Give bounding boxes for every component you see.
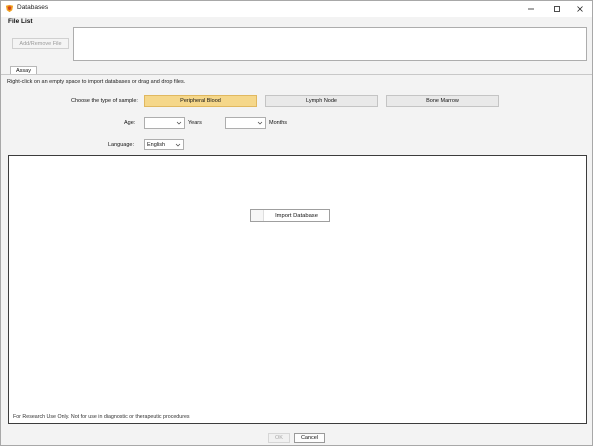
title-bar: Databases	[1, 1, 592, 17]
file-list-label: File List	[8, 18, 33, 25]
minimize-button[interactable]	[518, 1, 544, 17]
age-months-select[interactable]	[225, 117, 266, 129]
file-list-box[interactable]	[73, 27, 587, 61]
import-database-button[interactable]: Import Database	[250, 209, 330, 222]
add-remove-file-button[interactable]: Add/Remove File	[12, 38, 69, 49]
app-logo-icon	[5, 4, 14, 13]
close-button[interactable]	[567, 1, 593, 17]
close-icon	[577, 6, 583, 12]
chevron-down-icon	[175, 143, 181, 147]
minimize-icon	[528, 8, 534, 10]
maximize-icon	[554, 6, 560, 12]
sample-type-label: Choose the type of sample:	[71, 98, 138, 104]
tab-divider	[1, 74, 592, 75]
import-database-label: Import Database	[275, 212, 318, 219]
research-use-note: For Research Use Only. Not for use in di…	[13, 414, 190, 420]
age-label: Age:	[124, 120, 136, 126]
years-unit-label: Years	[188, 120, 202, 126]
databases-window: Databases File List Add/Remove File Assa…	[0, 0, 593, 446]
chevron-down-icon	[257, 121, 263, 125]
language-value: English	[147, 142, 166, 148]
window-title: Databases	[17, 4, 49, 11]
months-unit-label: Months	[269, 120, 288, 126]
import-icon	[251, 210, 264, 221]
cancel-button[interactable]: Cancel	[294, 433, 325, 443]
language-select[interactable]: English	[144, 139, 184, 150]
language-label: Language:	[108, 142, 134, 148]
ok-button[interactable]: OK	[268, 433, 290, 443]
sample-peripheral-blood-button[interactable]: Peripheral Blood	[144, 95, 257, 107]
database-drop-area[interactable]	[8, 155, 587, 424]
chevron-down-icon	[176, 121, 182, 125]
age-years-select[interactable]	[144, 117, 185, 129]
instructions-text: Right-click on an empty space to import …	[7, 79, 186, 85]
sample-lymph-node-button[interactable]: Lymph Node	[265, 95, 378, 107]
sample-bone-marrow-button[interactable]: Bone Marrow	[386, 95, 499, 107]
